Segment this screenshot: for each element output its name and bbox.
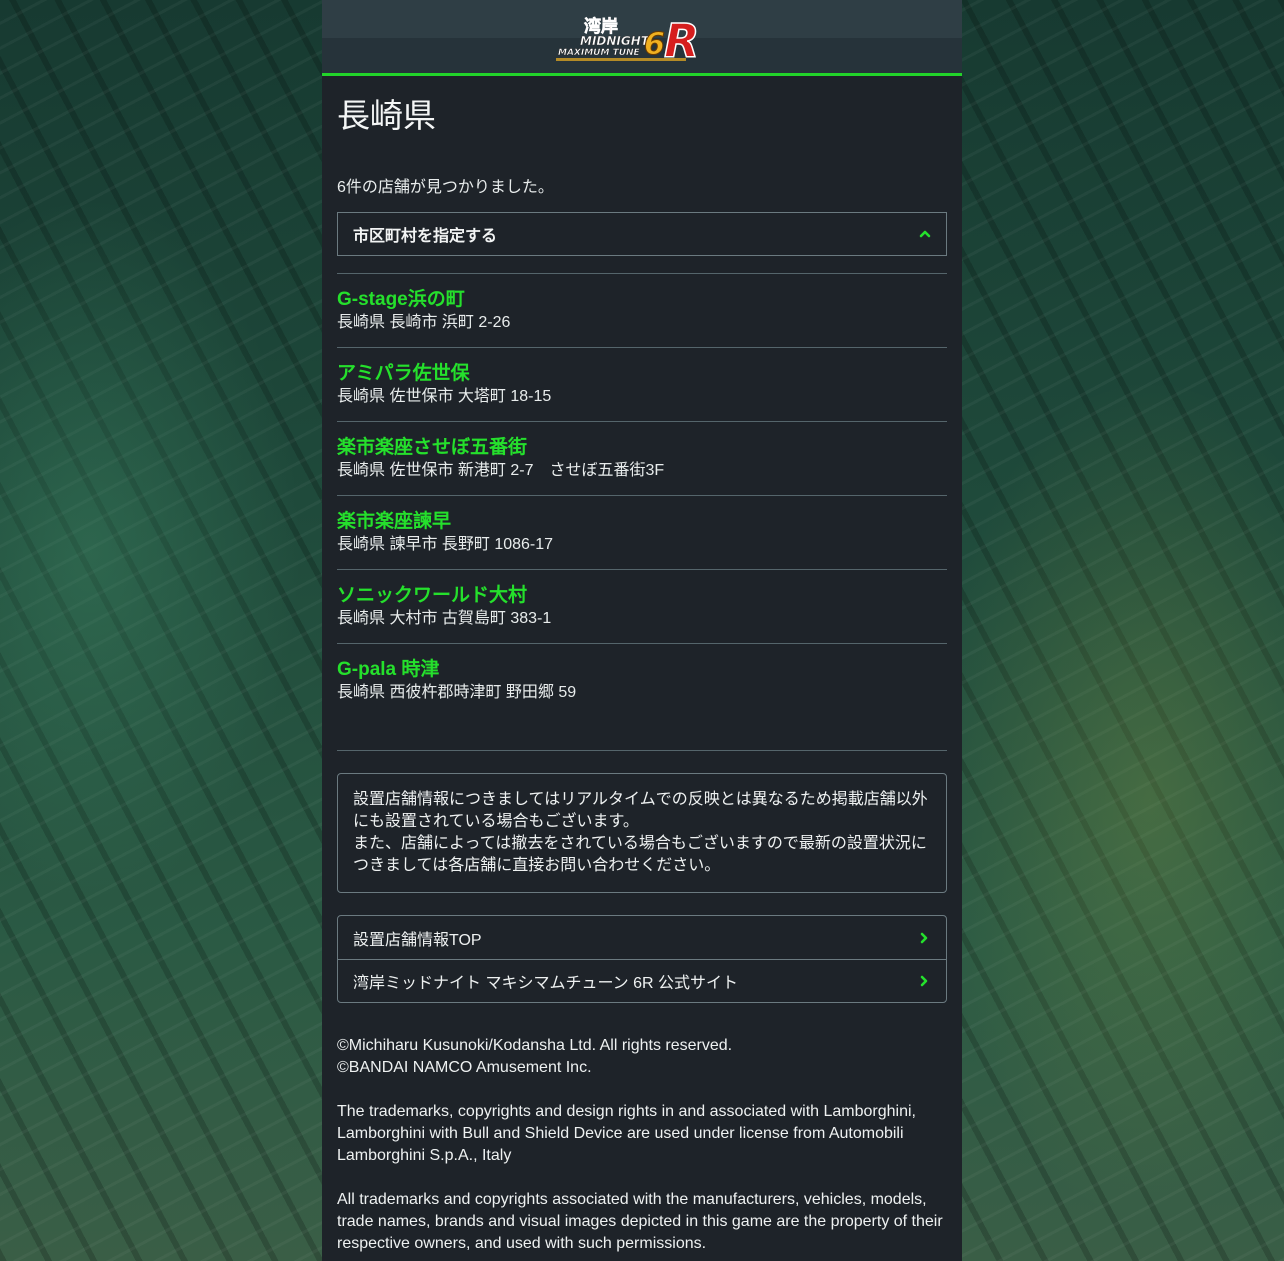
store-item: 楽市楽座させぼ五番街 長崎県 佐世保市 新港町 2-7 させぼ五番街3F (337, 422, 947, 496)
wangan-midnight-6r-logo[interactable]: 湾岸 MIDNIGHT MAXIMUM TUNE 6 R (556, 13, 730, 63)
lamborghini-notice: The trademarks, copyrights and design ri… (337, 1103, 916, 1164)
store-item: G-stage浜の町 長崎県 長崎市 浜町 2-26 (337, 274, 947, 348)
store-address: 長崎県 西彼杵郡時津町 野田郷 59 (337, 684, 577, 701)
store-name-link[interactable]: G-stage浜の町 (337, 288, 947, 312)
notice-text: 設置店舗情報につきましてはリアルタイムでの反映とは異なるため掲載店舗以外にも設置… (353, 791, 928, 830)
result-count: 6件の店舗が見つかりました。 (337, 179, 554, 196)
store-name-link[interactable]: 楽市楽座させぼ五番街 (337, 436, 947, 460)
store-item: 楽市楽座諫早 長崎県 諫早市 長野町 1086-17 (337, 496, 947, 570)
store-name-link[interactable]: 楽市楽座諫早 (337, 510, 947, 534)
notice-box: 設置店舗情報につきましてはリアルタイムでの反映とは異なるため掲載店舗以外にも設置… (337, 773, 947, 893)
chevron-right-icon (920, 975, 928, 987)
link-list: 設置店舗情報TOP 湾岸ミッドナイト マキシマムチューン 6R 公式サイト (337, 915, 947, 1003)
store-address: 長崎県 佐世保市 大塔町 18-15 (337, 388, 552, 405)
copyright-block: ©Michiharu Kusunoki/Kodansha Ltd. All ri… (337, 1035, 947, 1079)
page-container: 湾岸 MIDNIGHT MAXIMUM TUNE 6 R 長崎県 6件の店舗が見… (322, 0, 962, 1261)
store-item: アミパラ佐世保 長崎県 佐世保市 大塔町 18-15 (337, 348, 947, 422)
logo-six: 6 (644, 27, 665, 62)
store-address: 長崎県 長崎市 浜町 2-26 (337, 314, 511, 331)
store-name-link[interactable]: ソニックワールド大村 (337, 584, 947, 608)
page-title: 長崎県 (337, 97, 436, 134)
store-name-link[interactable]: アミパラ佐世保 (337, 362, 947, 386)
footer: ©Michiharu Kusunoki/Kodansha Ltd. All ri… (337, 1035, 947, 1255)
link-label: 湾岸ミッドナイト マキシマムチューン 6R 公式サイト (353, 975, 738, 992)
chevron-up-icon (919, 230, 931, 238)
link-official-site[interactable]: 湾岸ミッドナイト マキシマムチューン 6R 公式サイト (338, 959, 946, 1002)
logo-r: R (664, 14, 699, 63)
link-label: 設置店舗情報TOP (353, 931, 482, 949)
svg-text:MIDNIGHT: MIDNIGHT (580, 34, 650, 48)
divider (337, 750, 947, 751)
site-header: 湾岸 MIDNIGHT MAXIMUM TUNE 6 R (322, 0, 962, 76)
notice-text: また、店舗によっては撤去をされている場合もございますので最新の設置状況につきまし… (353, 835, 927, 874)
store-name-link[interactable]: G-pala 時津 (337, 658, 947, 682)
copyright-bandai-namco: ©BANDAI NAMCO Amusement Inc. (337, 1059, 592, 1076)
store-item: G-pala 時津 長崎県 西彼杵郡時津町 野田郷 59 (337, 644, 947, 718)
store-address: 長崎県 佐世保市 新港町 2-7 させぼ五番街3F (337, 462, 665, 479)
trademark-notice: All trademarks and copyrights associated… (337, 1191, 943, 1252)
chevron-right-icon (920, 932, 928, 943)
svg-text:MAXIMUM TUNE: MAXIMUM TUNE (558, 48, 641, 58)
link-store-info-top[interactable]: 設置店舗情報TOP (338, 916, 946, 959)
store-address: 長崎県 諫早市 長野町 1086-17 (337, 536, 554, 553)
store-item: ソニックワールド大村 長崎県 大村市 古賀島町 383-1 (337, 570, 947, 644)
store-address: 長崎県 大村市 古賀島町 383-1 (337, 610, 552, 627)
copyright-kodansha: ©Michiharu Kusunoki/Kodansha Ltd. All ri… (337, 1037, 733, 1054)
city-filter-toggle[interactable]: 市区町村を指定する (337, 212, 947, 256)
store-list: G-stage浜の町 長崎県 長崎市 浜町 2-26 アミパラ佐世保 長崎県 佐… (337, 273, 947, 718)
city-filter-label: 市区町村を指定する (353, 228, 498, 245)
main-content: 長崎県 6件の店舗が見つかりました。 市区町村を指定する G-stage浜の町 … (322, 96, 962, 1255)
